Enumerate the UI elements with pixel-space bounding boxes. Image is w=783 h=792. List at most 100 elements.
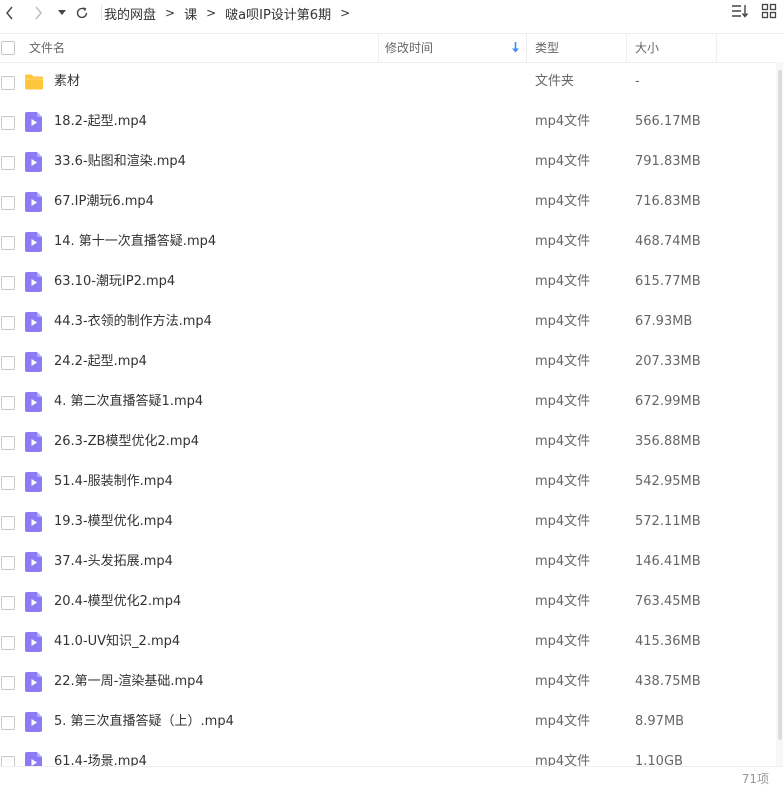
column-header-name[interactable]: 文件名 <box>29 34 65 62</box>
row-checkbox[interactable] <box>1 636 15 650</box>
video-file-icon <box>25 672 43 692</box>
row-checkbox[interactable] <box>1 516 15 530</box>
file-name[interactable]: 26.3-ZB模型优化2.mp4 <box>54 422 199 462</box>
row-checkbox[interactable] <box>1 596 15 610</box>
file-name[interactable]: 63.10-潮玩IP2.mp4 <box>54 262 175 302</box>
file-name[interactable]: 20.4-模型优化2.mp4 <box>54 582 181 622</box>
video-file-icon <box>25 632 43 652</box>
column-divider[interactable] <box>378 34 379 62</box>
column-divider[interactable] <box>626 34 627 62</box>
column-header-size[interactable]: 大小 <box>635 34 659 62</box>
select-all-checkbox[interactable] <box>1 41 15 55</box>
file-name[interactable]: 67.IP潮玩6.mp4 <box>54 182 154 222</box>
table-row[interactable]: 20.4-模型优化2.mp4 mp4文件 763.45MB <box>0 582 775 622</box>
video-file-icon <box>25 752 43 766</box>
back-button[interactable] <box>2 3 18 23</box>
table-row[interactable]: 44.3-衣领的制作方法.mp4 mp4文件 67.93MB <box>0 302 775 342</box>
file-name[interactable]: 33.6-贴图和渲染.mp4 <box>54 142 186 182</box>
file-name[interactable]: 素材 <box>54 62 80 102</box>
row-checkbox[interactable] <box>1 116 15 130</box>
file-name[interactable]: 37.4-头发拓展.mp4 <box>54 542 173 582</box>
column-divider[interactable] <box>526 34 527 62</box>
file-size: 146.41MB <box>635 554 701 569</box>
breadcrumb-separator: > <box>206 6 217 20</box>
file-name[interactable]: 51.4-服装制作.mp4 <box>54 462 173 502</box>
file-name[interactable]: 4. 第二次直播答疑1.mp4 <box>54 382 203 422</box>
file-type: mp4文件 <box>535 114 591 129</box>
row-checkbox[interactable] <box>1 316 15 330</box>
file-name[interactable]: 19.3-模型优化.mp4 <box>54 502 173 542</box>
table-row[interactable]: 14. 第十一次直播答疑.mp4 mp4文件 468.74MB <box>0 222 775 262</box>
breadcrumb-item-course[interactable]: 课 <box>184 4 197 23</box>
chevron-right-icon <box>35 6 42 20</box>
breadcrumb: 我的网盘 > 课 > 啵a呗IP设计第6期 > <box>104 0 359 26</box>
row-checkbox[interactable] <box>1 756 15 766</box>
file-type: 文件夹 <box>535 74 575 89</box>
row-checkbox[interactable] <box>1 236 15 250</box>
chevron-left-icon <box>6 6 13 20</box>
toolbar: 我的网盘 > 课 > 啵a呗IP设计第6期 > <box>0 0 783 26</box>
table-row[interactable]: 24.2-起型.mp4 mp4文件 207.33MB <box>0 342 775 382</box>
row-checkbox[interactable] <box>1 276 15 290</box>
sort-button[interactable] <box>731 3 749 23</box>
file-type: mp4文件 <box>535 434 591 449</box>
row-checkbox[interactable] <box>1 356 15 370</box>
row-checkbox[interactable] <box>1 436 15 450</box>
file-name[interactable]: 24.2-起型.mp4 <box>54 342 147 382</box>
table-row[interactable]: 素材 文件夹 - <box>0 62 775 102</box>
column-header-modified[interactable]: 修改时间 <box>385 34 433 62</box>
table-row[interactable]: 51.4-服装制作.mp4 mp4文件 542.95MB <box>0 462 775 502</box>
file-name[interactable]: 14. 第十一次直播答疑.mp4 <box>54 222 216 262</box>
file-type: mp4文件 <box>535 514 591 529</box>
table-row[interactable]: 22.第一周-渲染基础.mp4 mp4文件 438.75MB <box>0 662 775 702</box>
file-type: mp4文件 <box>535 554 591 569</box>
video-file-icon <box>25 592 43 612</box>
table-row[interactable]: 37.4-头发拓展.mp4 mp4文件 146.41MB <box>0 542 775 582</box>
file-name[interactable]: 61.4-场景.mp4 <box>54 742 147 766</box>
video-file-icon <box>25 552 43 572</box>
row-checkbox[interactable] <box>1 156 15 170</box>
table-row[interactable]: 5. 第三次直播答疑（上）.mp4 mp4文件 8.97MB <box>0 702 775 742</box>
table-row[interactable]: 67.IP潮玩6.mp4 mp4文件 716.83MB <box>0 182 775 222</box>
video-file-icon <box>25 312 43 332</box>
breadcrumb-item-current[interactable]: 啵a呗IP设计第6期 <box>225 4 331 23</box>
breadcrumb-separator: > <box>340 6 351 20</box>
row-checkbox[interactable] <box>1 716 15 730</box>
row-checkbox[interactable] <box>1 396 15 410</box>
file-type: mp4文件 <box>535 594 591 609</box>
row-checkbox[interactable] <box>1 76 15 90</box>
table-row[interactable]: 4. 第二次直播答疑1.mp4 mp4文件 672.99MB <box>0 382 775 422</box>
table-row[interactable]: 33.6-贴图和渲染.mp4 mp4文件 791.83MB <box>0 142 775 182</box>
file-name[interactable]: 22.第一周-渲染基础.mp4 <box>54 662 204 702</box>
table-row[interactable]: 18.2-起型.mp4 mp4文件 566.17MB <box>0 102 775 142</box>
column-divider[interactable] <box>716 34 717 62</box>
table-row[interactable]: 61.4-场景.mp4 mp4文件 1.10GB <box>0 742 775 766</box>
file-name[interactable]: 41.0-UV知识_2.mp4 <box>54 622 180 662</box>
refresh-button[interactable] <box>73 3 91 23</box>
table-row[interactable]: 26.3-ZB模型优化2.mp4 mp4文件 356.88MB <box>0 422 775 462</box>
row-checkbox[interactable] <box>1 556 15 570</box>
table-row[interactable]: 41.0-UV知识_2.mp4 mp4文件 415.36MB <box>0 622 775 662</box>
column-header-type[interactable]: 类型 <box>535 34 559 62</box>
scrollbar-thumb[interactable] <box>778 70 782 740</box>
table-row[interactable]: 19.3-模型优化.mp4 mp4文件 572.11MB <box>0 502 775 542</box>
scrollbar[interactable] <box>776 62 783 766</box>
file-name[interactable]: 44.3-衣领的制作方法.mp4 <box>54 302 212 342</box>
file-size: 572.11MB <box>635 514 701 529</box>
file-type: mp4文件 <box>535 634 591 649</box>
file-size: 468.74MB <box>635 234 701 249</box>
file-type: mp4文件 <box>535 314 591 329</box>
row-checkbox[interactable] <box>1 196 15 210</box>
row-checkbox[interactable] <box>1 676 15 690</box>
folder-icon <box>25 72 43 92</box>
history-dropdown-button[interactable] <box>55 3 69 23</box>
file-name[interactable]: 5. 第三次直播答疑（上）.mp4 <box>54 702 234 742</box>
file-size: 356.88MB <box>635 434 701 449</box>
forward-button[interactable] <box>30 3 46 23</box>
grid-view-button[interactable] <box>761 3 777 23</box>
file-name[interactable]: 18.2-起型.mp4 <box>54 102 147 142</box>
row-checkbox[interactable] <box>1 476 15 490</box>
table-row[interactable]: 63.10-潮玩IP2.mp4 mp4文件 615.77MB <box>0 262 775 302</box>
breadcrumb-item-root[interactable]: 我的网盘 <box>104 4 156 23</box>
file-size: 566.17MB <box>635 114 701 129</box>
